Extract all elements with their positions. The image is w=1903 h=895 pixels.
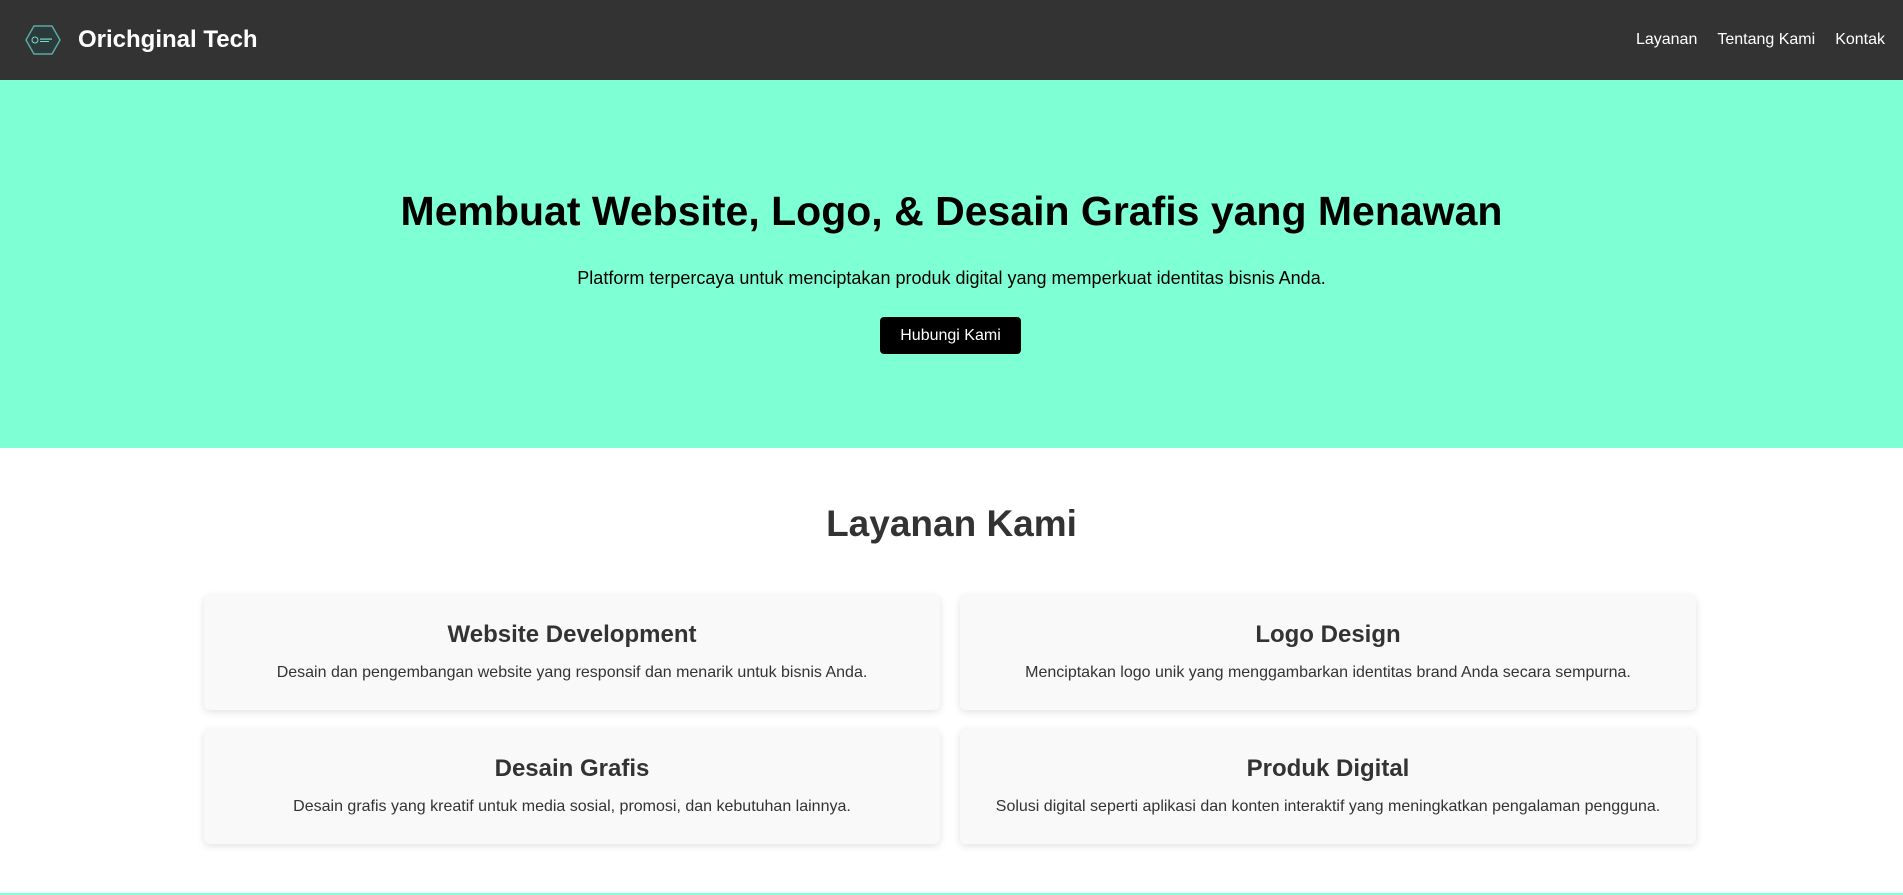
service-card-website-development: Website Development Desain dan pengemban…	[204, 595, 940, 710]
main-nav: Layanan Tentang Kami Kontak	[1616, 31, 1885, 49]
service-card-description: Solusi digital seperti aplikasi dan kont…	[995, 798, 1661, 815]
service-card-title: Produk Digital	[1246, 755, 1410, 782]
service-card-description: Desain dan pengembangan website yang res…	[276, 664, 868, 681]
site-header: Orichginal Tech Layanan Tentang Kami Kon…	[0, 0, 1903, 80]
nav-item-kontak[interactable]: Kontak	[1835, 31, 1885, 49]
brand[interactable]: Orichginal Tech	[25, 22, 258, 58]
nav-item-layanan[interactable]: Layanan	[1636, 31, 1697, 49]
service-card-title: Website Development	[447, 621, 697, 648]
service-card-logo-design: Logo Design Menciptakan logo unik yang m…	[960, 595, 1696, 710]
hero-title: Membuat Website, Logo, & Desain Grafis y…	[400, 188, 1503, 234]
service-card-desain-grafis: Desain Grafis Desain grafis yang kreatif…	[204, 729, 940, 844]
nav-item-tentang-kami[interactable]: Tentang Kami	[1717, 31, 1815, 49]
contact-us-button[interactable]: Hubungi Kami	[880, 317, 1021, 354]
service-card-title: Logo Design	[1255, 621, 1401, 648]
service-card-description: Desain grafis yang kreatif untuk media s…	[293, 798, 851, 815]
hexagon-logo-icon[interactable]	[25, 22, 61, 58]
services-title: Layanan Kami	[826, 503, 1077, 544]
hero-subtitle: Platform terpercaya untuk menciptakan pr…	[577, 268, 1326, 288]
brand-name[interactable]: Orichginal Tech	[78, 26, 258, 54]
service-card-description: Menciptakan logo unik yang menggambarkan…	[1025, 664, 1631, 681]
service-card-produk-digital: Produk Digital Solusi digital seperti ap…	[960, 729, 1696, 844]
hero-section: Membuat Website, Logo, & Desain Grafis y…	[0, 80, 1903, 448]
service-card-title: Desain Grafis	[494, 755, 650, 782]
